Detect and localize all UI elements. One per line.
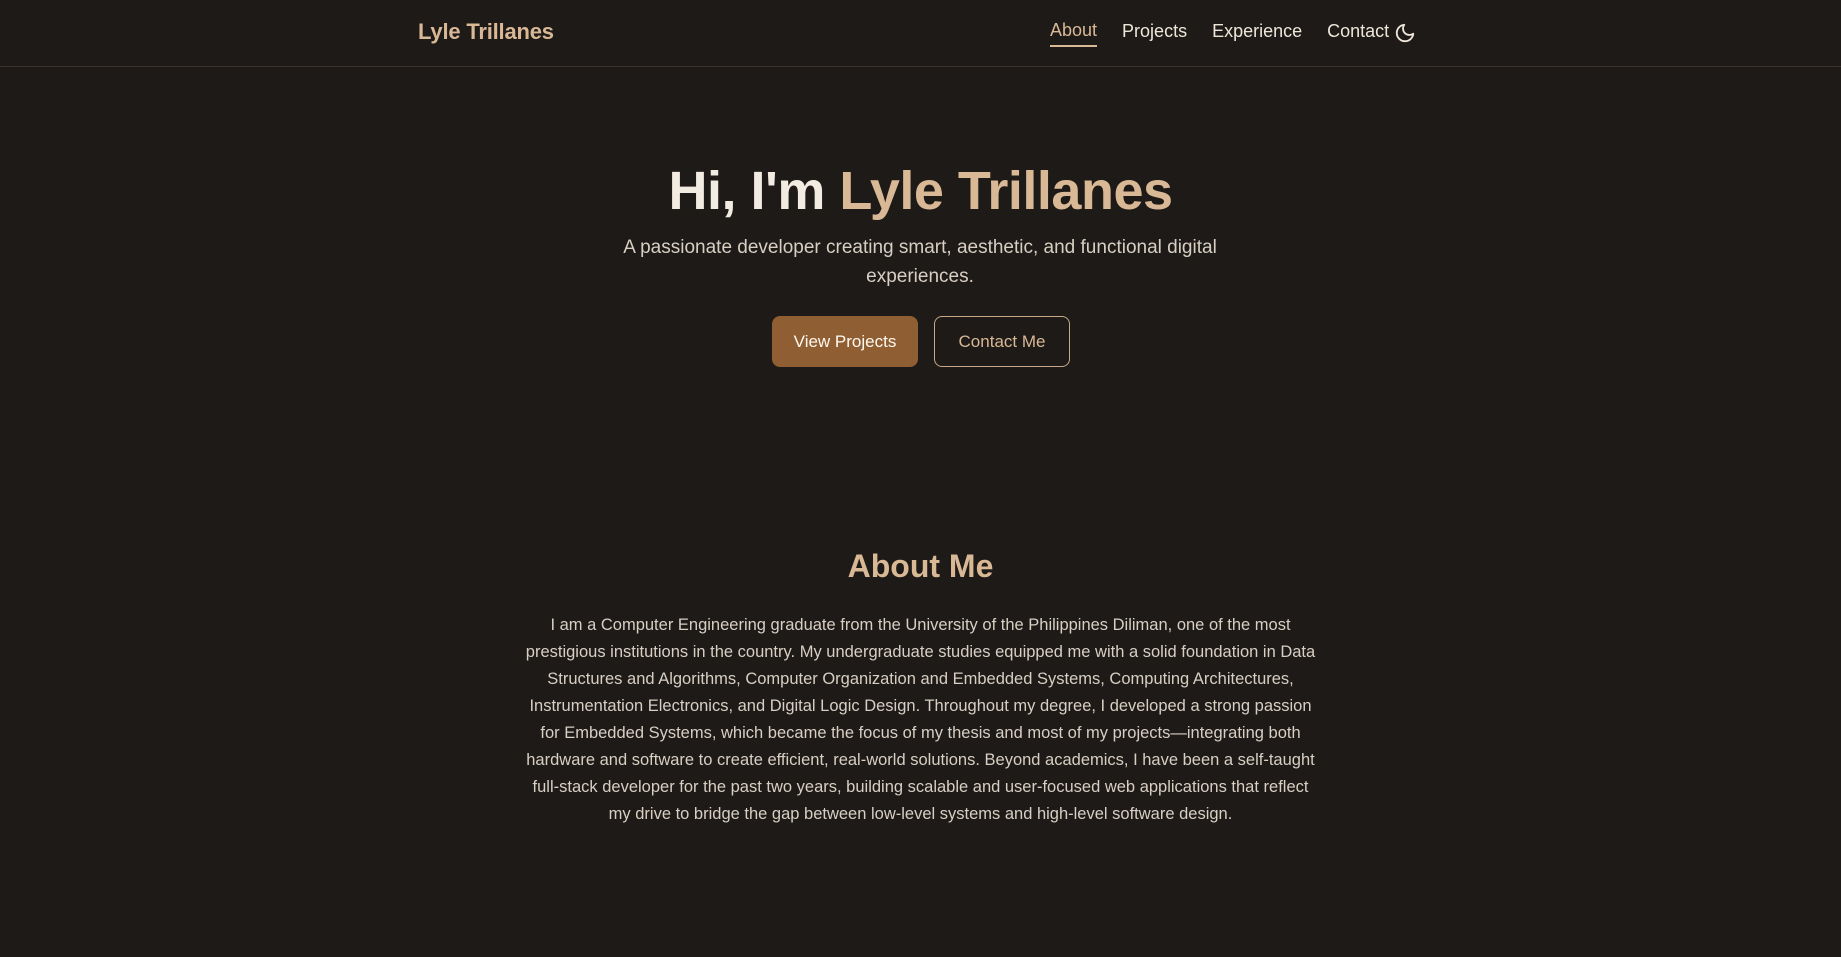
about-body: I am a Computer Engineering graduate fro…: [525, 616, 1316, 823]
nav-links: About Projects Experience Contact: [1050, 20, 1414, 47]
nav-link-about[interactable]: About: [1050, 20, 1098, 47]
nav-link-contact[interactable]: Contact: [1327, 21, 1389, 46]
hero-title: Hi, I'm Lyle Trillanes: [0, 160, 1841, 222]
theme-toggle-button[interactable]: [1394, 22, 1416, 44]
moon-icon: [1395, 23, 1415, 43]
top-navbar: Lyle Trillanes About Projects Experience…: [0, 0, 1841, 67]
nav-link-projects[interactable]: Projects: [1122, 21, 1187, 46]
contact-me-button[interactable]: Contact Me: [934, 316, 1070, 367]
hero-title-prefix: Hi, I'm: [668, 161, 840, 221]
view-projects-button[interactable]: View Projects: [772, 316, 918, 367]
brand-logo[interactable]: Lyle Trillanes: [418, 19, 554, 45]
nav-link-experience[interactable]: Experience: [1212, 21, 1302, 46]
hero-subtitle: A passionate developer creating smart, a…: [623, 237, 1217, 287]
about-title: About Me: [847, 548, 994, 584]
hero-title-name: Lyle Trillanes: [839, 161, 1173, 221]
